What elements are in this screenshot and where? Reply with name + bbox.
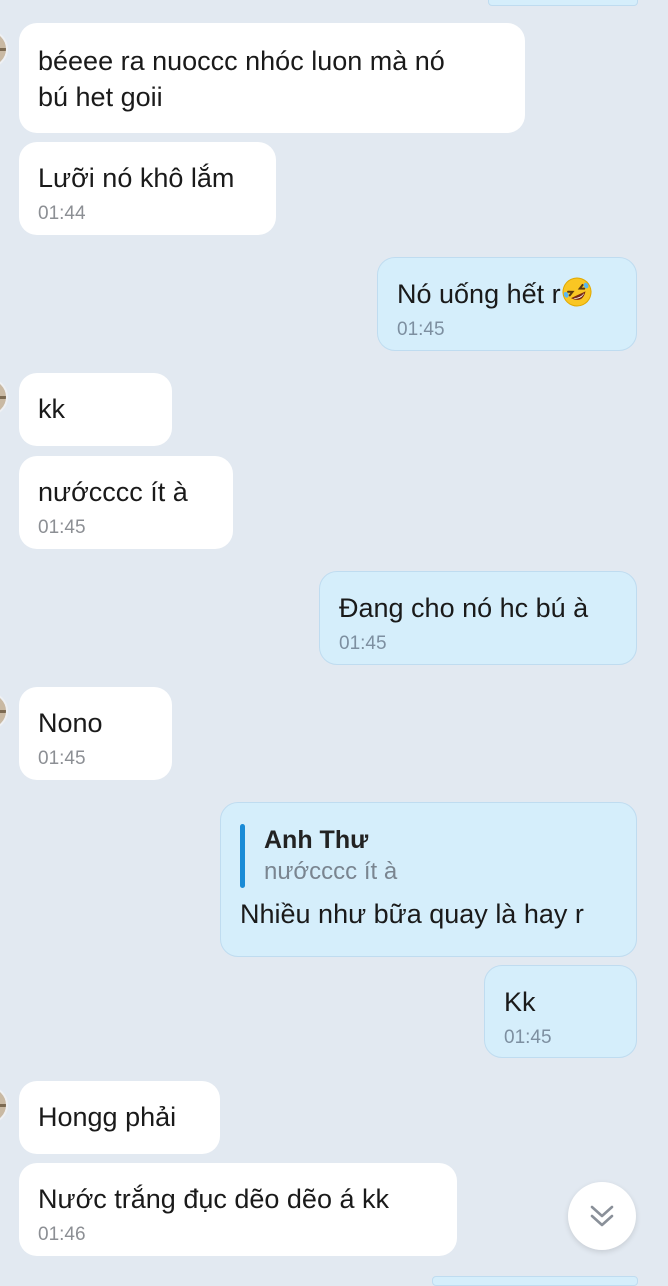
message-text: Kk xyxy=(504,987,536,1017)
message-timestamp: 01:45 xyxy=(38,748,86,769)
outgoing-bubble-edge xyxy=(432,1276,638,1286)
reply-author: Anh Thư xyxy=(264,826,369,854)
incoming-message[interactable]: Hongg phải xyxy=(19,1081,220,1154)
reply-snippet: nướcccc ít à xyxy=(264,858,398,885)
message-timestamp: 01:45 xyxy=(339,633,387,654)
avatar[interactable] xyxy=(0,30,8,68)
rolling-on-floor-laughing-emoji xyxy=(562,277,592,307)
message-text: bú het goii xyxy=(38,82,163,112)
message-text: Nước trắng đục dẽo dẽo á kk xyxy=(38,1184,389,1214)
message-text: Đang cho nó hc bú à xyxy=(339,593,589,623)
message-text: Nono xyxy=(38,708,103,738)
message-timestamp: 01:45 xyxy=(397,319,445,340)
message-timestamp: 01:44 xyxy=(38,203,86,224)
outgoing-message[interactable]: Đang cho nó hc bú à 01:45 xyxy=(319,571,637,665)
message-text: kk xyxy=(38,394,65,424)
message-text: Lưỡi nó khô lắm xyxy=(38,163,235,193)
outgoing-message[interactable]: Nó uống hết r 01:45 xyxy=(377,257,637,351)
message-text-line: Nó uống hết r xyxy=(397,276,617,312)
outgoing-bubble-edge xyxy=(488,0,638,6)
message-text: Hongg phải xyxy=(38,1102,177,1132)
outgoing-reply-message[interactable]: Anh Thư nướcccc ít à Nhiều như bữa quay … xyxy=(220,802,637,957)
message-timestamp: 01:45 xyxy=(38,517,86,538)
message-text: nướcccc ít à xyxy=(38,477,188,507)
incoming-message[interactable]: béeee ra nuoccc nhóc luon mà nó bú het g… xyxy=(19,23,525,133)
incoming-message[interactable]: Nono 01:45 xyxy=(19,687,172,780)
message-text: béeee ra nuoccc nhóc luon mà nó xyxy=(38,46,445,76)
scroll-to-bottom-button[interactable] xyxy=(568,1182,636,1250)
avatar[interactable] xyxy=(0,1086,8,1124)
avatar[interactable] xyxy=(0,378,8,416)
outgoing-message[interactable]: Kk 01:45 xyxy=(484,965,637,1058)
message-timestamp: 01:45 xyxy=(504,1027,552,1048)
double-chevron-down-icon xyxy=(590,1205,614,1227)
incoming-message[interactable]: Lưỡi nó khô lắm 01:44 xyxy=(19,142,276,235)
avatar[interactable] xyxy=(0,692,8,730)
incoming-message[interactable]: kk xyxy=(19,373,172,446)
incoming-message[interactable]: Nước trắng đục dẽo dẽo á kk 01:46 xyxy=(19,1163,457,1256)
message-text: Nhiều như bữa quay là hay r xyxy=(240,899,584,929)
message-text: Nó uống hết r xyxy=(397,279,561,309)
incoming-message[interactable]: nướcccc ít à 01:45 xyxy=(19,456,233,549)
message-timestamp: 01:46 xyxy=(38,1224,86,1245)
reply-quote[interactable]: Anh Thư nướcccc ít à xyxy=(240,824,617,888)
reply-accent-bar xyxy=(240,824,245,888)
chat-message-list[interactable]: béeee ra nuoccc nhóc luon mà nó bú het g… xyxy=(0,0,668,1286)
